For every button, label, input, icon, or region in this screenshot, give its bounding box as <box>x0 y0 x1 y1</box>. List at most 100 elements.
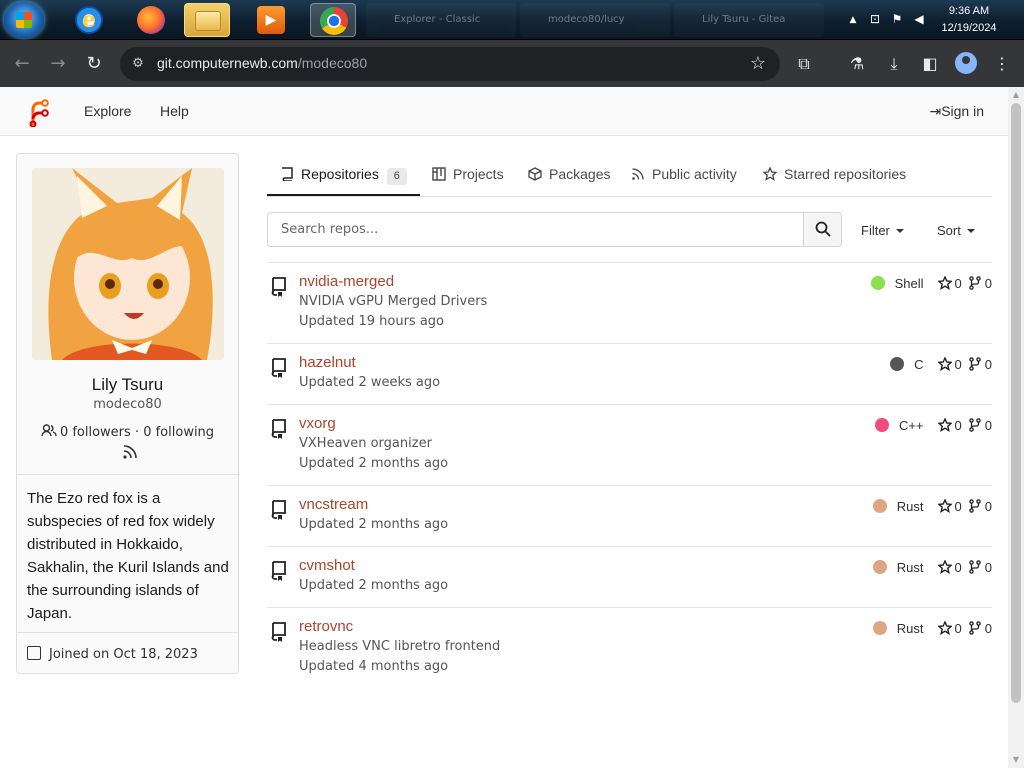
repo-item: cvmshot Updated 2 months ago Rust 0 0 <box>267 546 992 607</box>
repo-icon <box>271 277 286 297</box>
following-link[interactable]: 0 following <box>143 425 214 440</box>
profile-username: modeco80 <box>93 397 162 412</box>
card-divider <box>17 474 238 475</box>
repo-meta: C 0 0 <box>890 355 992 373</box>
taskbar-chrome[interactable] <box>310 3 356 37</box>
repo-item: nvidia-merged NVIDIA vGPU Merged Drivers… <box>267 262 992 343</box>
nav-explore[interactable]: Explore <box>84 103 131 119</box>
taskbar-task-3[interactable]: Lily Tsuru - Gitea <box>674 3 824 37</box>
search-icon <box>815 221 831 237</box>
forgejo-logo-icon[interactable] <box>26 97 50 127</box>
package-box-icon <box>528 167 542 181</box>
folder-icon <box>195 11 221 31</box>
repo-meta: Rust 0 0 <box>872 497 992 515</box>
star-icon <box>937 418 952 432</box>
taskbar-internet-explorer[interactable]: e <box>66 3 112 37</box>
scroll-down-icon[interactable]: ▼ <box>1011 755 1021 765</box>
star-count: 0 <box>954 498 962 514</box>
address-bar[interactable]: ⚙ git.computernewb.com/modeco80 ☆ <box>120 47 780 81</box>
repo-name-link[interactable]: retrovnc <box>299 618 353 635</box>
start-button[interactable] <box>4 2 44 38</box>
clock[interactable]: 9:36 AM 12/19/2024 <box>934 3 1004 37</box>
profile-bio: The Ezo red fox is a subspecies of red f… <box>27 490 229 622</box>
clock-time: 9:36 AM <box>948 5 990 17</box>
site-info-icon[interactable]: ⚙ <box>130 56 146 72</box>
repo-name-link[interactable]: cvmshot <box>299 557 355 574</box>
taskbar-file-explorer[interactable] <box>184 3 230 37</box>
url-text[interactable]: git.computernewb.com/modeco80 <box>157 55 367 71</box>
star-count: 0 <box>954 356 962 372</box>
repo-forks[interactable]: 0 <box>968 560 992 575</box>
repo-search-input[interactable] <box>269 214 803 245</box>
repo-name-link[interactable]: vncstream <box>299 496 368 513</box>
tab-packages[interactable]: Packages <box>528 166 610 182</box>
taskbar-task-2[interactable]: modeco80/lucy <box>520 3 670 37</box>
repo-forks[interactable]: 0 <box>968 357 992 372</box>
star-count: 0 <box>954 275 962 291</box>
star-icon <box>937 499 952 513</box>
tab-projects[interactable]: Projects <box>432 166 504 182</box>
fork-count: 0 <box>984 417 992 433</box>
repo-language: C <box>914 356 924 372</box>
filter-dropdown[interactable]: Filter <box>861 223 904 238</box>
nav-help[interactable]: Help <box>160 103 189 119</box>
language-color-dot <box>872 499 887 513</box>
extensions-icon[interactable]: ⧉ <box>792 52 816 76</box>
repo-updated: Updated 4 months ago <box>299 659 449 674</box>
profile-display-name: Lily Tsuru <box>91 375 164 394</box>
taskbar-task-1[interactable]: Explorer - Classic <box>366 3 516 37</box>
repo-stars[interactable]: 0 <box>937 560 962 575</box>
repo-forks[interactable]: 0 <box>968 621 992 636</box>
repo-name-link[interactable]: nvidia-merged <box>299 273 394 290</box>
sign-in-label: Sign in <box>941 103 984 119</box>
sign-in-link[interactable]: ⇥Sign in <box>929 103 984 120</box>
back-button[interactable]: ← <box>10 52 34 76</box>
followers-link[interactable]: 0 followers <box>60 425 131 440</box>
action-center-flag-icon[interactable]: ⚑ <box>890 12 904 26</box>
search-button[interactable] <box>803 213 841 246</box>
repo-name-link[interactable]: vxorg <box>299 415 336 432</box>
scrollbar-thumb[interactable] <box>1011 103 1021 703</box>
tray-overflow-icon[interactable]: ▲ <box>846 13 860 27</box>
tab-public-activity[interactable]: Public activity <box>631 166 737 182</box>
sort-dropdown[interactable]: Sort <box>937 223 975 238</box>
tab-label: Projects <box>453 166 504 182</box>
side-panel-icon[interactable]: ◧ <box>918 52 942 76</box>
reload-button[interactable]: ↻ <box>82 52 106 76</box>
page-scrollbar[interactable]: ▲ ▼ <box>1008 87 1024 768</box>
language-color-dot <box>872 560 887 574</box>
tab-starred-repositories[interactable]: Starred repositories <box>763 166 906 182</box>
fork-count: 0 <box>984 559 992 575</box>
repo-stars[interactable]: 0 <box>937 275 962 291</box>
tab-repositories[interactable]: Repositories 6 <box>280 166 407 185</box>
menu-kebab-icon[interactable]: ⋮ <box>990 52 1014 76</box>
forward-button[interactable]: → <box>46 52 70 76</box>
caret-down-icon <box>895 229 904 233</box>
repo-language: Shell <box>894 275 924 291</box>
profile-avatar-icon[interactable] <box>955 52 977 74</box>
repo-forks[interactable]: 0 <box>968 276 992 291</box>
taskbar-firefox[interactable] <box>128 3 174 37</box>
windows-taskbar: e ▶ Explorer - Classic modeco80/lucy Lil… <box>0 0 1024 40</box>
repo-stars[interactable]: 0 <box>937 498 962 514</box>
repo-name-link[interactable]: hazelnut <box>299 354 356 371</box>
taskbar-media-player[interactable]: ▶ <box>248 3 294 37</box>
downloads-icon[interactable]: ⤓ <box>882 52 906 76</box>
volume-muted-icon[interactable]: ◀ <box>912 12 926 26</box>
labs-flask-icon[interactable]: ⚗ <box>845 52 869 76</box>
scroll-up-icon[interactable]: ▲ <box>1011 90 1021 100</box>
repo-forks[interactable]: 0 <box>968 499 992 514</box>
rss-feed-icon[interactable] <box>122 444 138 460</box>
repo-stars[interactable]: 0 <box>937 356 962 372</box>
joined-date: Joined on Oct 18, 2023 <box>27 646 198 662</box>
star-count: 0 <box>954 620 962 636</box>
project-board-icon <box>432 167 446 181</box>
repo-forks[interactable]: 0 <box>968 418 992 433</box>
repo-stars[interactable]: 0 <box>937 418 962 433</box>
repo-stars[interactable]: 0 <box>937 620 962 636</box>
network-icon[interactable]: ⊡ <box>868 12 882 26</box>
bookmark-star-icon[interactable]: ☆ <box>750 53 766 74</box>
repo-count-badge: 6 <box>386 168 407 185</box>
calendar-icon <box>27 646 41 660</box>
fork-icon <box>969 560 981 574</box>
